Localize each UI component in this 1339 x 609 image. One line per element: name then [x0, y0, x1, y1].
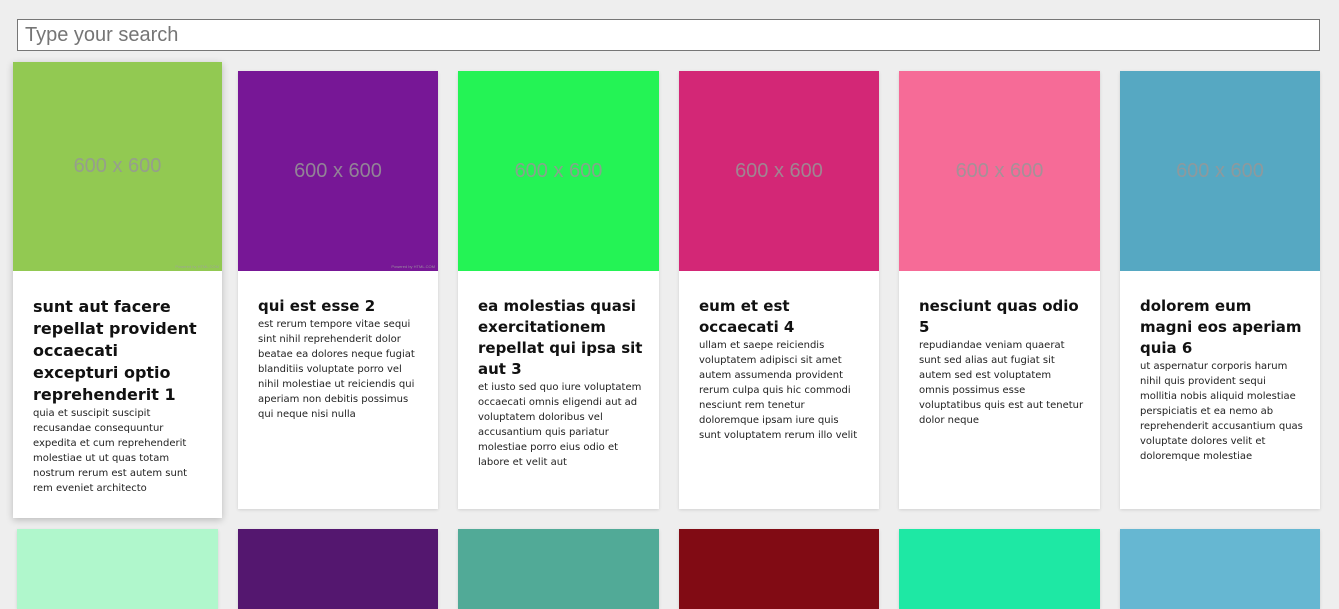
card-image	[238, 529, 438, 609]
card[interactable]	[17, 529, 218, 609]
card[interactable]	[238, 529, 438, 609]
card[interactable]: 600 x 600 dolorem eum magni eos aperiam …	[1120, 71, 1320, 509]
card[interactable]	[899, 529, 1100, 609]
card-title: dolorem eum magni eos aperiam quia 6	[1140, 297, 1302, 357]
card[interactable]: 600 x 600 Powered by HTML.COM qui est es…	[238, 71, 438, 509]
card-body: ut aspernatur corporis harum nihil quis …	[1140, 361, 1303, 462]
card-image	[458, 529, 659, 609]
card[interactable]: 600 x 600 Powered by HTML.COM sunt aut f…	[13, 62, 222, 518]
card[interactable]	[458, 529, 659, 609]
card-title: eum et est occaecati 4	[699, 297, 795, 336]
card-image: 600 x 600	[679, 71, 879, 271]
search-input[interactable]	[17, 19, 1320, 51]
image-size-label: 600 x 600	[73, 155, 162, 177]
card-image: 600 x 600	[458, 71, 659, 271]
card[interactable]	[679, 529, 879, 609]
image-size-label: 600 x 600	[1176, 159, 1264, 182]
card-body: ullam et saepe reiciendis voluptatem adi…	[699, 340, 858, 441]
card-title: nesciunt quas odio 5	[919, 297, 1079, 336]
card-title: ea molestias quasi exercitationem repell…	[478, 297, 643, 378]
image-credit: Powered by HTML.COM	[391, 264, 435, 269]
card-body: et iusto sed quo iure voluptatem occaeca…	[478, 382, 642, 468]
card-body: est rerum tempore vitae sequi sint nihil…	[258, 319, 415, 420]
image-size-label: 600 x 600	[955, 159, 1044, 182]
card-image	[1120, 529, 1320, 609]
image-size-label: 600 x 600	[514, 159, 603, 182]
card-image: 600 x 600 Powered by HTML.COM	[13, 62, 222, 271]
card-image	[17, 529, 218, 609]
card-image: 600 x 600	[899, 71, 1100, 271]
card-title: sunt aut facere repellat provident occae…	[33, 297, 197, 404]
card-image: 600 x 600 Powered by HTML.COM	[238, 71, 438, 271]
image-size-label: 600 x 600	[294, 159, 382, 182]
card[interactable]: 600 x 600 nesciunt quas odio 5 repudiand…	[899, 71, 1100, 509]
card-title: qui est esse 2	[258, 297, 376, 315]
card-body: quia et suscipit suscipit recusandae con…	[33, 408, 188, 494]
card-image	[679, 529, 879, 609]
card-image: 600 x 600	[1120, 71, 1320, 271]
card[interactable]	[1120, 529, 1320, 609]
card[interactable]: 600 x 600 eum et est occaecati 4 ullam e…	[679, 71, 879, 509]
card-body: repudiandae veniam quaerat sunt sed alia…	[919, 340, 1084, 426]
image-credit: Powered by HTML.COM	[175, 264, 219, 269]
card-image	[899, 529, 1100, 609]
image-size-label: 600 x 600	[735, 159, 823, 182]
card[interactable]: 600 x 600 ea molestias quasi exercitatio…	[458, 71, 659, 509]
